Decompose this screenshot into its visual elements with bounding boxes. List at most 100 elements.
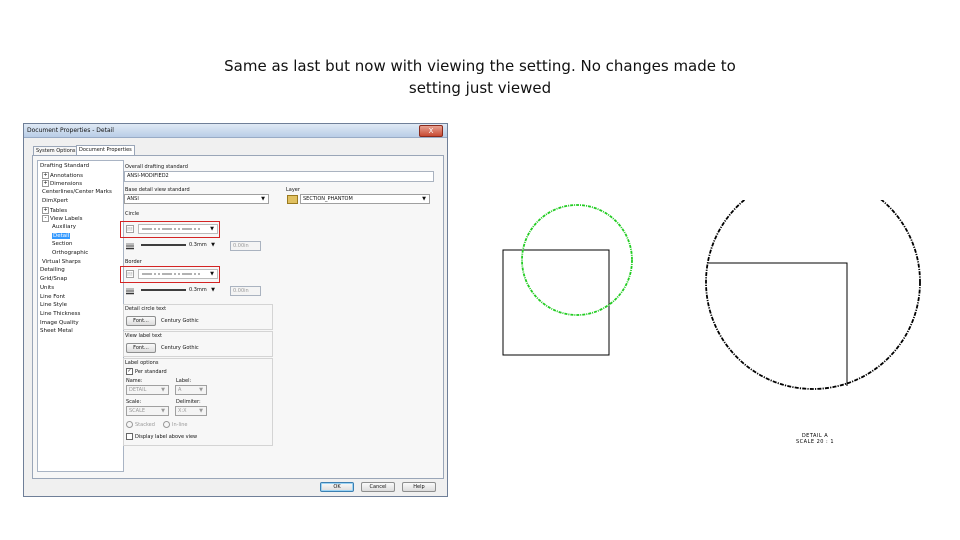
radio-icon xyxy=(126,421,133,428)
overall-standard-field: ANSI-MODIFIED2 xyxy=(124,171,434,182)
checkbox-icon xyxy=(126,433,133,440)
circle-custom-thickness-input[interactable]: 0.00in xyxy=(230,241,261,251)
tree-item[interactable]: Line Font xyxy=(40,294,65,301)
layer-select[interactable]: SECTION_PHANTOM ▼ xyxy=(300,194,430,204)
circle-label: Circle xyxy=(125,211,140,217)
dash-dot-line-preview xyxy=(142,228,202,230)
tree-item-label: Detail xyxy=(52,232,71,239)
tree-item[interactable]: Auxiliary xyxy=(52,224,76,231)
layer-label: Layer xyxy=(286,187,300,193)
detail-label-scale: SCALE 20 : 1 xyxy=(795,439,835,445)
tree-item[interactable]: Units xyxy=(40,285,54,292)
radio-icon xyxy=(163,421,170,428)
label-value: A xyxy=(178,387,182,393)
inline-radio[interactable]: In-line xyxy=(163,421,187,428)
circle-thickness-select[interactable]: 0.3mm ▼ xyxy=(138,241,218,251)
properties-tree[interactable]: Drafting Standard + Annotations + Dimensions… xyxy=(37,160,124,472)
chevron-down-icon: ▼ xyxy=(211,287,215,293)
tree-item[interactable]: + Tables xyxy=(42,206,67,215)
tree-item-label: Sheet Metal xyxy=(40,328,73,335)
delimiter-value: X:X xyxy=(178,408,187,414)
tree-item-label: Auxiliary xyxy=(52,223,76,230)
tree-item-label: Dimensions xyxy=(50,181,83,188)
name-value: DETAIL xyxy=(129,387,147,393)
expand-icon[interactable]: + xyxy=(42,206,49,214)
tree-item[interactable]: Detail xyxy=(52,232,71,240)
dialog-titlebar: Document Properties - Detail X xyxy=(24,124,447,138)
detail-view-label: DETAIL A SCALE 20 : 1 xyxy=(790,433,840,445)
overall-standard-label: Overall drafting standard xyxy=(125,164,188,170)
expand-icon[interactable]: + xyxy=(42,171,49,179)
tree-item[interactable]: Centerlines/Center Marks xyxy=(42,189,112,196)
layer-icon xyxy=(287,195,298,204)
label-label: Label: xyxy=(176,378,192,384)
detail-circle-font-button[interactable]: Font... xyxy=(126,316,156,326)
detail-circle-font-name: Century Gothic xyxy=(161,318,199,324)
scale-value: SCALE xyxy=(129,408,146,414)
parent-view-square xyxy=(502,249,610,356)
inline-label: In-line xyxy=(172,422,188,428)
tree-item[interactable]: Image Quality xyxy=(40,320,79,327)
tree-item-label: Line Thickness xyxy=(40,310,81,317)
stacked-radio[interactable]: Stacked xyxy=(126,421,155,428)
per-standard-checkbox[interactable]: ✓ Per standard xyxy=(126,368,167,375)
tree-item[interactable]: Line Style xyxy=(40,302,67,309)
border-line-style-select[interactable]: ▼ xyxy=(138,269,218,279)
tree-item-label: Section xyxy=(52,241,73,248)
expand-icon[interactable]: + xyxy=(42,180,49,188)
slide-caption: Same as last but now with viewing the se… xyxy=(180,55,780,99)
help-button[interactable]: Help xyxy=(402,482,436,492)
chevron-down-icon: ▼ xyxy=(210,226,214,232)
tree-item-label: Units xyxy=(40,284,55,291)
border-thickness-select[interactable]: 0.3mm ▼ xyxy=(138,286,218,296)
caption-line-2: setting just viewed xyxy=(408,79,552,97)
tree-item[interactable]: DimXpert xyxy=(42,198,68,205)
circle-line-style-select[interactable]: ▼ xyxy=(138,224,218,234)
line-style-icon xyxy=(126,225,134,233)
close-button[interactable]: X xyxy=(419,125,443,137)
line-style-icon xyxy=(126,270,134,278)
caption-line-1: Same as last but now with viewing the se… xyxy=(224,57,736,75)
chevron-down-icon: ▼ xyxy=(161,387,165,393)
label-select[interactable]: A ▼ xyxy=(175,385,207,395)
border-custom-thickness-input[interactable]: 0.00in xyxy=(230,286,261,296)
base-standard-value: ANSI xyxy=(127,196,139,202)
tree-item[interactable]: Drafting Standard xyxy=(40,163,89,170)
tree-item-label: View Labels xyxy=(50,216,83,223)
tree-item[interactable]: Section xyxy=(52,241,72,248)
chevron-down-icon: ▼ xyxy=(199,387,203,393)
tree-item[interactable]: Line Thickness xyxy=(40,311,80,318)
tree-item-label: Line Style xyxy=(40,302,68,309)
base-standard-select[interactable]: ANSI ▼ xyxy=(124,194,269,204)
cancel-button[interactable]: Cancel xyxy=(361,482,395,492)
layer-value: SECTION_PHANTOM xyxy=(303,196,353,202)
view-label-font-button[interactable]: Font... xyxy=(126,343,156,353)
scale-select[interactable]: SCALE ▼ xyxy=(126,406,169,416)
tree-item[interactable]: Sheet Metal xyxy=(40,328,73,335)
tree-item-label: Line Font xyxy=(40,293,66,300)
chevron-down-icon: ▼ xyxy=(261,196,265,202)
tree-item[interactable]: Orthographic xyxy=(52,250,88,257)
collapse-icon[interactable]: - xyxy=(42,215,49,223)
tree-item-label: Drafting Standard xyxy=(40,163,90,169)
ok-button[interactable]: OK xyxy=(320,482,354,492)
tree-item-label: Orthographic xyxy=(52,250,89,256)
detail-circle-text-label: Detail circle text xyxy=(125,306,167,312)
display-label-above-checkbox[interactable]: Display label above view xyxy=(126,433,197,440)
name-label: Name: xyxy=(126,378,143,384)
dialog-title: Document Properties - Detail xyxy=(27,127,114,134)
chevron-down-icon: ▼ xyxy=(161,408,165,414)
tree-item[interactable]: Detailing xyxy=(40,267,65,274)
tree-item[interactable]: + Annotations xyxy=(42,171,83,180)
name-select[interactable]: DETAIL ▼ xyxy=(126,385,169,395)
tree-item[interactable]: + Dimensions xyxy=(42,180,82,188)
label-options-label: Label options xyxy=(125,360,159,366)
tree-item[interactable]: Virtual Sharps xyxy=(42,259,81,266)
stacked-label: Stacked xyxy=(135,422,155,428)
tree-item[interactable]: - View Labels xyxy=(42,215,83,223)
chevron-down-icon: ▼ xyxy=(211,242,215,248)
tree-item-label: Detailing xyxy=(40,267,65,274)
tree-item-label: DimXpert xyxy=(42,197,69,204)
delimiter-select[interactable]: X:X ▼ xyxy=(175,406,207,416)
tree-item[interactable]: Grid/Snap xyxy=(40,276,67,283)
